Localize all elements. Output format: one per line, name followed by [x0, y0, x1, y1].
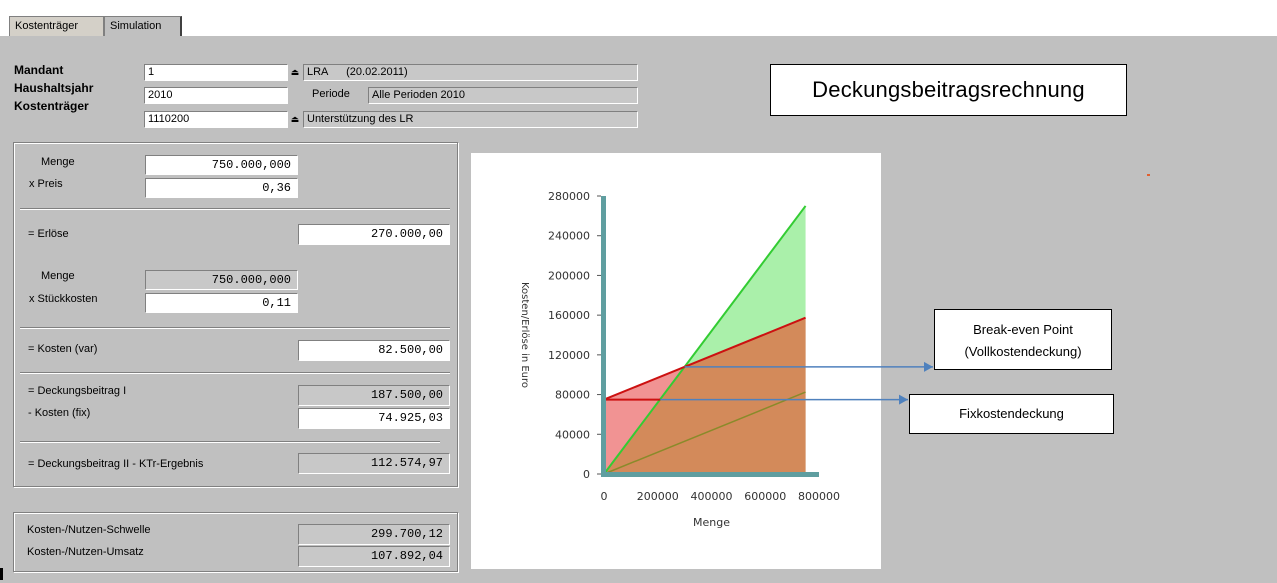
y-tick-label: 280000 — [548, 190, 590, 203]
fixkosten-annotation: Fixkostendeckung — [909, 394, 1114, 434]
x-tick-label: 0 — [601, 490, 608, 503]
break-even-title: Break-even Point — [973, 322, 1073, 337]
y-tick-label: 200000 — [548, 269, 590, 282]
y-axis — [601, 196, 606, 476]
x-tick-label: 200000 — [637, 490, 679, 503]
edge-mark — [0, 568, 3, 580]
y-tick-label: 120000 — [548, 349, 590, 362]
y-tick-label: 0 — [583, 468, 590, 481]
x-tick-label: 600000 — [744, 490, 786, 503]
break-even-subtitle: (Vollkostendeckung) — [964, 344, 1082, 359]
fixkosten-arrow-head — [899, 394, 908, 405]
x-axis — [601, 472, 819, 477]
break-even-chart: 0 40000 80000 120000 160000 200000 240000 28000… — [519, 190, 933, 529]
x-tick-label: 800000 — [798, 490, 840, 503]
x-tick-label: 400000 — [691, 490, 733, 503]
y-tick-label: 240000 — [548, 230, 590, 243]
y-axis-label: Kosten/Erlöse in Euro — [519, 282, 530, 388]
break-even-arrow-head — [924, 361, 933, 372]
x-axis-label: Menge — [693, 516, 730, 529]
break-even-annotation: Break-even Point (Vollkostendeckung) — [934, 309, 1112, 370]
marker-dot — [1147, 174, 1150, 176]
y-tick-label: 160000 — [548, 309, 590, 322]
y-tick-label: 80000 — [555, 389, 590, 402]
y-tick-label: 40000 — [555, 428, 590, 441]
